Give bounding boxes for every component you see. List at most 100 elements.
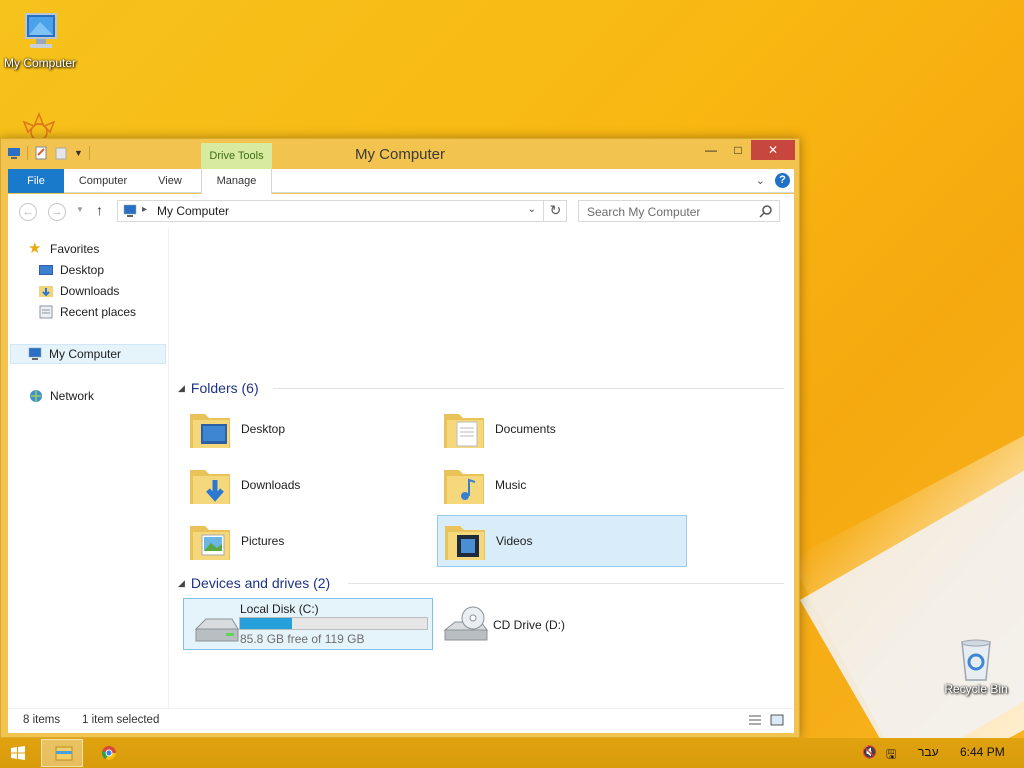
folder-label: Documents xyxy=(495,422,556,436)
nav-label: Favorites xyxy=(50,242,100,256)
folder-tile-downloads[interactable]: Downloads xyxy=(183,459,433,511)
chrome-icon xyxy=(101,746,116,760)
ribbon-tab-bar: File Computer View Manage ⌄ ? xyxy=(8,169,794,194)
drive-free-space: 85.8 GB free of 119 GB xyxy=(240,632,365,646)
desktop-folder-icon xyxy=(190,414,230,448)
cd-drive-icon xyxy=(443,606,488,641)
up-button[interactable]: ↑ xyxy=(96,202,103,218)
recent-locations-icon[interactable]: ▼ xyxy=(76,205,84,214)
nav-item-downloads[interactable]: Downloads xyxy=(38,281,119,301)
nav-label: Desktop xyxy=(60,263,105,277)
downloads-folder-icon xyxy=(190,470,230,504)
status-item-count: 8 items xyxy=(23,714,61,726)
tab-computer[interactable]: Computer xyxy=(68,169,138,193)
minimize-button[interactable]: — xyxy=(698,140,724,160)
drive-label: CD Drive (D:) xyxy=(493,618,565,632)
clock[interactable]: 6:44 PM xyxy=(960,745,1005,759)
nav-item-recent-places[interactable]: Recent places xyxy=(38,302,136,322)
navigation-pane: ★ Favorites Desktop Downloads Recent pla… xyxy=(8,228,168,708)
large-icons-view-icon[interactable] xyxy=(770,714,784,726)
language-indicator[interactable]: עבר xyxy=(918,745,939,759)
window-title: My Computer xyxy=(354,146,446,163)
breadcrumb-separator-icon[interactable]: ▸ xyxy=(142,204,147,215)
desktop-icon xyxy=(39,265,53,275)
nav-item-network[interactable]: Network xyxy=(28,386,94,406)
desktop-icon-recycle-bin[interactable]: Recycle Bin xyxy=(936,636,1016,696)
forward-button[interactable]: → xyxy=(48,203,66,221)
expand-ribbon-icon[interactable]: ⌄ xyxy=(756,174,765,187)
nav-favorites[interactable]: ★ Favorites xyxy=(28,239,99,259)
explorer-window: ▼ Drive Tools My Computer — □ ✕ File Com… xyxy=(0,138,800,738)
taskbar-file-explorer[interactable] xyxy=(41,739,83,767)
maximize-button[interactable]: □ xyxy=(725,140,751,160)
downloads-folder-icon xyxy=(39,286,53,297)
tab-view[interactable]: View xyxy=(144,169,196,193)
tab-file[interactable]: File xyxy=(8,169,64,193)
taskbar: 🔇 🖫 עבר 6:44 PM xyxy=(0,738,1024,768)
nav-item-my-computer[interactable]: My Computer xyxy=(10,344,166,364)
folder-tile-music[interactable]: Music xyxy=(437,459,687,511)
desktop-icon-label: Recycle Bin xyxy=(944,682,1008,696)
music-folder-icon xyxy=(444,470,484,504)
taskbar-chrome[interactable] xyxy=(88,739,130,767)
search-icon[interactable] xyxy=(759,204,773,218)
folder-label: Desktop xyxy=(241,422,286,436)
star-icon: ★ xyxy=(28,240,42,257)
nav-item-desktop[interactable]: Desktop xyxy=(38,260,104,280)
folder-label: Videos xyxy=(496,534,533,548)
group-title: Devices and drives (2) xyxy=(190,575,331,591)
file-explorer-icon xyxy=(55,746,73,761)
computer-small-icon xyxy=(123,204,137,217)
content-area: ★ Favorites Desktop Downloads Recent pla… xyxy=(8,228,794,708)
details-view-icon[interactable] xyxy=(748,714,762,726)
tab-manage[interactable]: Manage xyxy=(201,169,272,194)
search-box[interactable]: Search My Computer xyxy=(578,200,780,222)
drive-tile-cd-drive-d[interactable]: CD Drive (D:) xyxy=(437,598,687,650)
status-selection: 1 item selected xyxy=(82,714,160,726)
documents-folder-icon xyxy=(444,414,484,448)
folders-group-header[interactable]: ◢ Folders (6) xyxy=(178,378,259,398)
group-title: Folders (6) xyxy=(190,380,259,396)
nav-label: Network xyxy=(50,389,95,403)
hard-drive-icon xyxy=(194,618,239,642)
computer-icon xyxy=(28,347,42,360)
breadcrumb-location[interactable]: My Computer xyxy=(157,204,229,218)
address-bar[interactable]: ▸ My Computer ⌄ xyxy=(117,200,567,222)
volume-muted-icon[interactable]: 🔇 xyxy=(862,745,877,759)
folder-label: Downloads xyxy=(241,478,301,492)
search-input[interactable]: Search My Computer xyxy=(587,205,700,219)
folder-label: Pictures xyxy=(241,534,285,548)
videos-folder-icon xyxy=(445,526,485,560)
title-bar[interactable]: ▼ Drive Tools My Computer — □ ✕ xyxy=(1,139,799,169)
drive-tile-local-disk-c[interactable]: Local Disk (C:) 85.8 GB free of 119 GB xyxy=(183,598,433,650)
drive-usage-bar xyxy=(239,617,428,630)
network-icon xyxy=(30,390,42,402)
desktop-icon-label: My Computer xyxy=(3,56,77,70)
help-icon[interactable]: ? xyxy=(775,173,790,188)
pictures-folder-icon xyxy=(190,526,230,560)
address-dropdown-icon[interactable]: ⌄ xyxy=(528,204,536,215)
folder-label: Music xyxy=(495,478,527,492)
folder-tile-videos[interactable]: Videos xyxy=(437,515,687,567)
nav-label: Recent places xyxy=(60,305,137,319)
drive-usage-fill xyxy=(240,618,293,629)
status-bar: 8 items 1 item selected xyxy=(8,708,794,733)
refresh-button[interactable]: ↻ xyxy=(543,200,567,222)
back-button[interactable]: ← xyxy=(19,203,37,221)
nav-label: My Computer xyxy=(49,347,122,361)
recent-places-icon xyxy=(39,305,53,319)
folder-tile-pictures[interactable]: Pictures xyxy=(183,515,433,567)
windows-start-icon[interactable] xyxy=(10,745,26,761)
computer-icon xyxy=(18,10,62,54)
close-button[interactable]: ✕ xyxy=(751,140,795,160)
folder-tile-documents[interactable]: Documents xyxy=(437,403,687,455)
folder-tile-desktop[interactable]: Desktop xyxy=(183,403,433,455)
address-toolbar: ← → ▼ ↑ ▸ My Computer ⌄ ↻ Search My Comp… xyxy=(8,194,794,228)
collapse-caret-icon[interactable]: ◢ xyxy=(178,578,185,589)
drive-label: Local Disk (C:) xyxy=(240,602,319,616)
desktop-icon-my-computer[interactable]: My Computer xyxy=(0,10,80,70)
desktop-flower-icon[interactable] xyxy=(14,110,64,141)
collapse-caret-icon[interactable]: ◢ xyxy=(178,383,185,394)
devices-group-header[interactable]: ◢ Devices and drives (2) xyxy=(178,573,330,593)
network-tray-icon[interactable]: 🖫 xyxy=(886,745,896,766)
